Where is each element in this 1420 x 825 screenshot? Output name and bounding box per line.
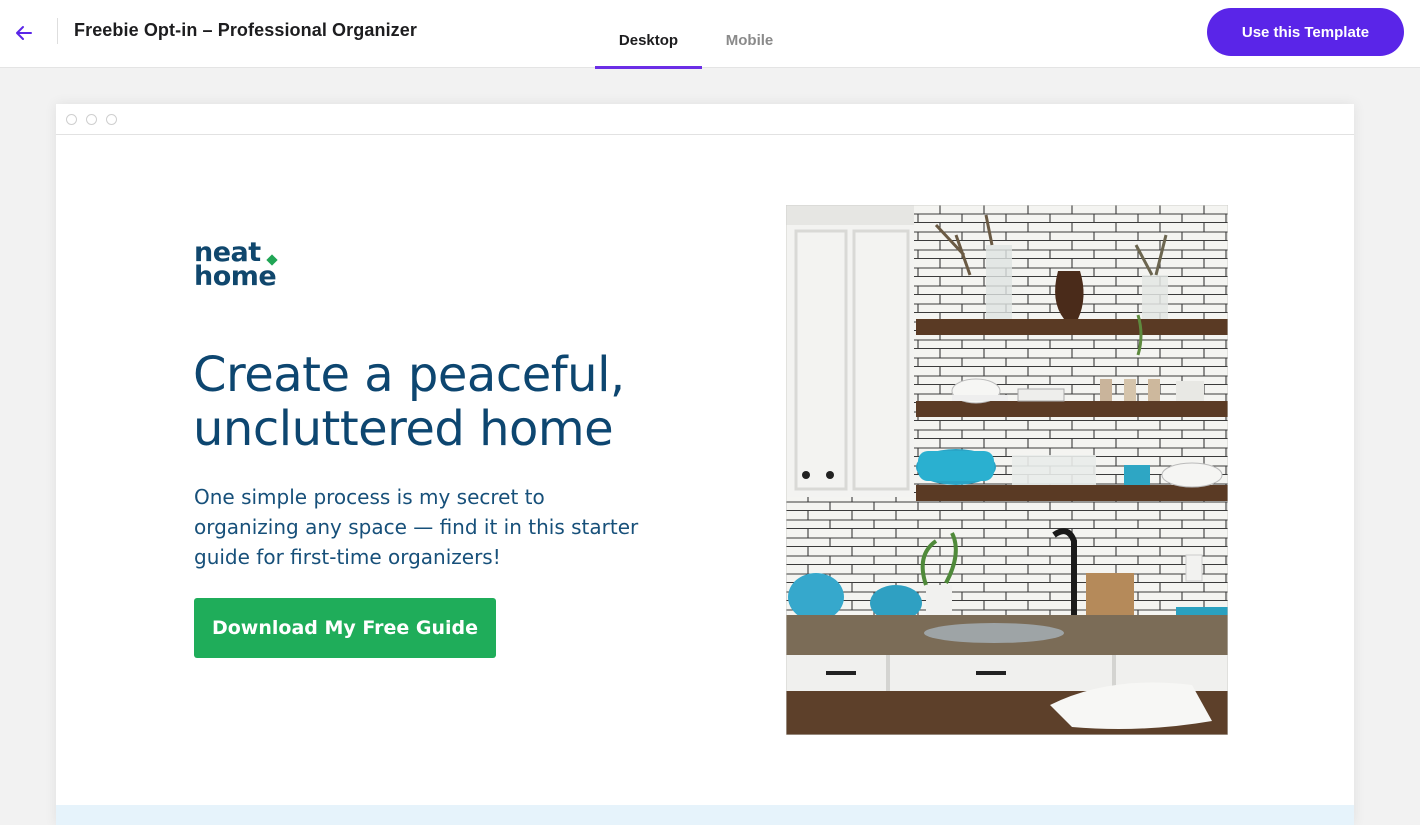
page-title: Freebie Opt-in – Professional Organizer [74, 20, 417, 40]
hero-headline: Create a peaceful, uncluttered home [193, 347, 625, 457]
preview-frame: neat home Create a peaceful, uncluttered… [56, 104, 1354, 825]
view-tabs: Desktop Mobile [595, 0, 797, 69]
neat-home-logo: neat home [194, 239, 294, 296]
tab-desktop[interactable]: Desktop [595, 0, 702, 69]
kitchen-shelves-image [786, 205, 1228, 735]
header-divider [57, 18, 58, 44]
window-dot-icon [86, 114, 97, 125]
use-template-button[interactable]: Use this Template [1207, 8, 1404, 56]
window-dot-icon [66, 114, 77, 125]
next-section-strip [56, 805, 1354, 825]
top-bar: Freebie Opt-in – Professional Organizer … [0, 0, 1420, 69]
browser-chrome-bar [56, 104, 1354, 135]
logo-line-2: home [194, 261, 277, 292]
arrow-left-icon [16, 26, 32, 40]
hero-subtext: One simple process is my secret to organ… [194, 485, 639, 569]
download-guide-button[interactable]: Download My Free Guide [194, 598, 496, 658]
kitchen-photo-illustration [786, 205, 1228, 735]
back-button[interactable] [10, 19, 38, 47]
tab-mobile[interactable]: Mobile [702, 0, 797, 68]
window-dot-icon [106, 114, 117, 125]
